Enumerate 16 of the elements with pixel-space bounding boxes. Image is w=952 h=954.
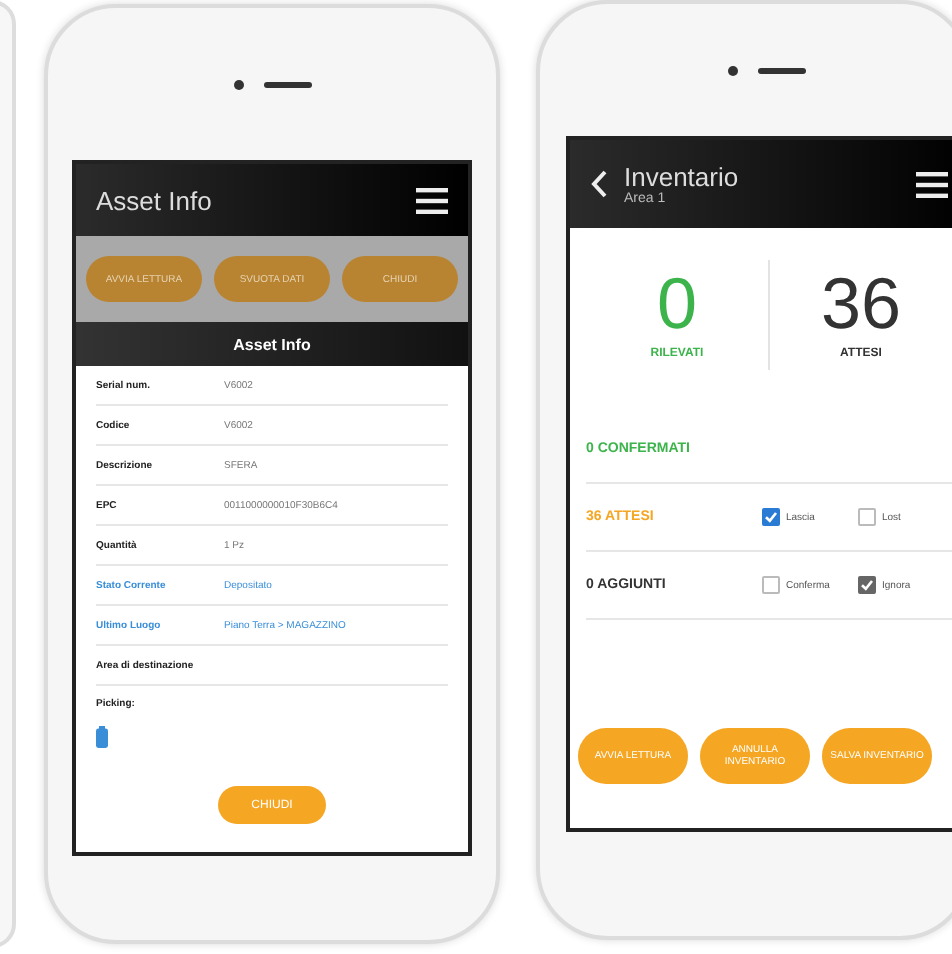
checkbox[interactable] bbox=[762, 576, 780, 594]
back-icon[interactable] bbox=[590, 170, 608, 198]
menu-icon[interactable] bbox=[416, 187, 448, 213]
camera-icon bbox=[233, 79, 243, 89]
checkbox[interactable] bbox=[858, 576, 876, 594]
camera-icon bbox=[728, 65, 738, 75]
speaker-icon bbox=[263, 81, 311, 87]
menu-icon[interactable] bbox=[916, 171, 948, 197]
screen-title: Inventario bbox=[624, 162, 741, 192]
count-number: 0 bbox=[656, 268, 698, 340]
screen-title: Asset Info bbox=[96, 185, 214, 215]
count-number: 36 bbox=[820, 268, 902, 340]
checkbox[interactable] bbox=[858, 508, 876, 526]
dialog-title: Asset Info bbox=[76, 322, 468, 366]
checkbox[interactable] bbox=[762, 508, 780, 526]
speaker-icon bbox=[758, 67, 806, 73]
